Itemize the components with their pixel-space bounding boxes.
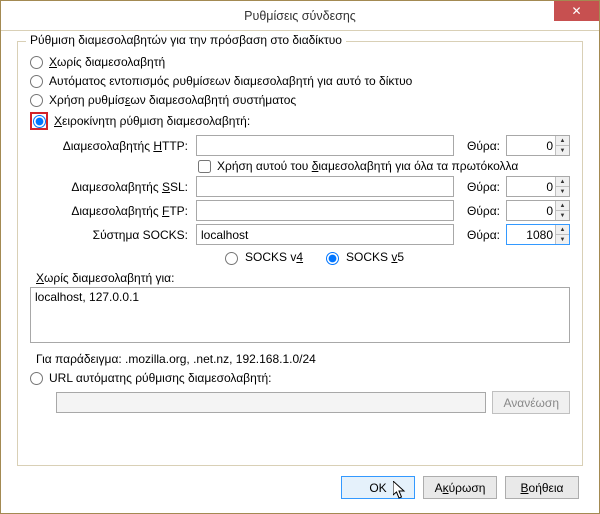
spin-down-icon[interactable]: ▼ [556,211,569,220]
ok-button[interactable]: OK [341,476,415,499]
radio-pac-url-input[interactable] [30,372,43,385]
socks-port-spinner[interactable]: ▲▼ [506,224,570,245]
socks-proxy-row: Σύστημα SOCKS: Θύρα: ▲▼ [52,224,570,245]
socks-port-input[interactable] [507,225,555,244]
ssl-proxy-host-input[interactable] [196,176,454,197]
socks-v5-radio[interactable]: SOCKS v5 [321,249,404,265]
ftp-port-spinner[interactable]: ▲▼ [506,200,570,221]
spin-down-icon[interactable]: ▼ [556,235,569,244]
spin-down-icon[interactable]: ▼ [556,187,569,196]
radio-manual-proxy-input[interactable] [33,115,46,128]
radio-manual-proxy[interactable]: Χειροκίνητη ρύθμιση διαμεσολαβητή: [30,112,570,130]
socks-proxy-label: Σύστημα SOCKS: [52,228,190,242]
http-proxy-host-input[interactable] [196,135,454,156]
ssl-proxy-label: Διαμεσολαβητής SSL: [52,180,190,194]
socks-port-spin-buttons[interactable]: ▲▼ [555,225,569,244]
close-icon: ✕ [571,5,581,17]
radio-pac-url-label: URL αυτόματης ρύθμισης διαμεσολαβητή: [49,371,272,385]
radio-no-proxy-input[interactable] [30,56,43,69]
pac-url-input [56,392,486,413]
ftp-port-spin-buttons[interactable]: ▲▼ [555,201,569,220]
ftp-proxy-label: Διαμεσολαβητής FTP: [52,204,190,218]
window-title: Ρυθμίσεις σύνδεσης [1,9,599,23]
pac-url-row: Ανανέωση [56,391,570,414]
socks-v4-input[interactable] [225,252,238,265]
socks-version-row: SOCKS v4 SOCKS v5 [220,249,570,265]
http-proxy-label: Διαμεσολαβητής HTTP: [52,139,190,153]
spin-up-icon[interactable]: ▲ [556,177,569,187]
ssl-port-spin-buttons[interactable]: ▲▼ [555,177,569,196]
no-proxy-for-textarea[interactable] [30,287,570,343]
titlebar: Ρυθμίσεις σύνδεσης ✕ [1,1,599,31]
share-proxy-checkbox-row[interactable]: Χρήση αυτού του διαμεσολαβητή για όλα τα… [198,159,570,173]
radio-manual-proxy-label: Χειροκίνητη ρύθμιση διαμεσολαβητή: [54,114,250,128]
close-button[interactable]: ✕ [554,1,599,21]
connection-settings-dialog: Ρυθμίσεις σύνδεσης ✕ Ρύθμιση διαμεσολαβη… [0,0,600,514]
socks-v4-radio[interactable]: SOCKS v4 [220,249,303,265]
http-port-label: Θύρα: [460,139,500,153]
ftp-port-label: Θύρα: [460,204,500,218]
no-proxy-for-label: Χωρίς διαμεσολαβητή για: [36,271,570,285]
socks-v5-label: SOCKS v5 [346,250,404,264]
ftp-proxy-host-input[interactable] [196,200,454,221]
no-proxy-example: Για παράδειγμα: .mozilla.org, .net.nz, 1… [36,352,570,366]
http-port-input[interactable] [507,136,555,155]
spin-down-icon[interactable]: ▼ [556,146,569,155]
socks-v4-label: SOCKS v4 [245,250,303,264]
share-proxy-checkbox[interactable] [198,160,211,173]
cancel-button[interactable]: Ακύρωση [423,476,497,499]
radio-auto-detect-label: Αυτόματος εντοπισμός ρυθμίσεων διαμεσολα… [49,74,412,88]
ssl-proxy-row: Διαμεσολαβητής SSL: Θύρα: ▲▼ [52,176,570,197]
socks-v5-input[interactable] [326,252,339,265]
spin-up-icon[interactable]: ▲ [556,225,569,235]
share-proxy-label: Χρήση αυτού του διαμεσολαβητή για όλα τα… [217,159,518,173]
dialog-content: Ρύθμιση διαμεσολαβητών για την πρόσβαση … [1,31,599,513]
ftp-port-input[interactable] [507,201,555,220]
http-port-spin-buttons[interactable]: ▲▼ [555,136,569,155]
socks-proxy-host-input[interactable] [196,224,454,245]
radio-no-proxy-label: Χωρίς διαμεσολαβητή [49,55,165,69]
radio-auto-detect-input[interactable] [30,75,43,88]
radio-no-proxy[interactable]: Χωρίς διαμεσολαβητή [30,55,570,69]
proxy-config-group: Ρύθμιση διαμεσολαβητών για την πρόσβαση … [17,41,583,466]
http-port-spinner[interactable]: ▲▼ [506,135,570,156]
group-legend: Ρύθμιση διαμεσολαβητών για την πρόσβαση … [26,33,346,47]
spin-up-icon[interactable]: ▲ [556,201,569,211]
ssl-port-spinner[interactable]: ▲▼ [506,176,570,197]
dialog-button-row: OK Ακύρωση Βοήθεια [17,466,583,503]
radio-auto-detect[interactable]: Αυτόματος εντοπισμός ρυθμίσεων διαμεσολα… [30,74,570,88]
spin-up-icon[interactable]: ▲ [556,136,569,146]
http-proxy-row: Διαμεσολαβητής HTTP: Θύρα: ▲▼ [52,135,570,156]
radio-system-proxy-label: Χρήση ρυθμίσεων διαμεσολαβητή συστήματος [49,93,296,107]
radio-system-proxy[interactable]: Χρήση ρυθμίσεων διαμεσολαβητή συστήματος [30,93,570,107]
ssl-port-input[interactable] [507,177,555,196]
radio-system-proxy-input[interactable] [30,94,43,107]
radio-pac-url[interactable]: URL αυτόματης ρύθμισης διαμεσολαβητή: [30,371,570,385]
ssl-port-label: Θύρα: [460,180,500,194]
reload-button: Ανανέωση [492,391,570,414]
manual-radio-highlight [30,112,48,130]
ftp-proxy-row: Διαμεσολαβητής FTP: Θύρα: ▲▼ [52,200,570,221]
socks-port-label: Θύρα: [460,228,500,242]
manual-proxy-fields: Διαμεσολαβητής HTTP: Θύρα: ▲▼ Χρήση αυτο… [52,135,570,265]
help-button[interactable]: Βοήθεια [505,476,579,499]
